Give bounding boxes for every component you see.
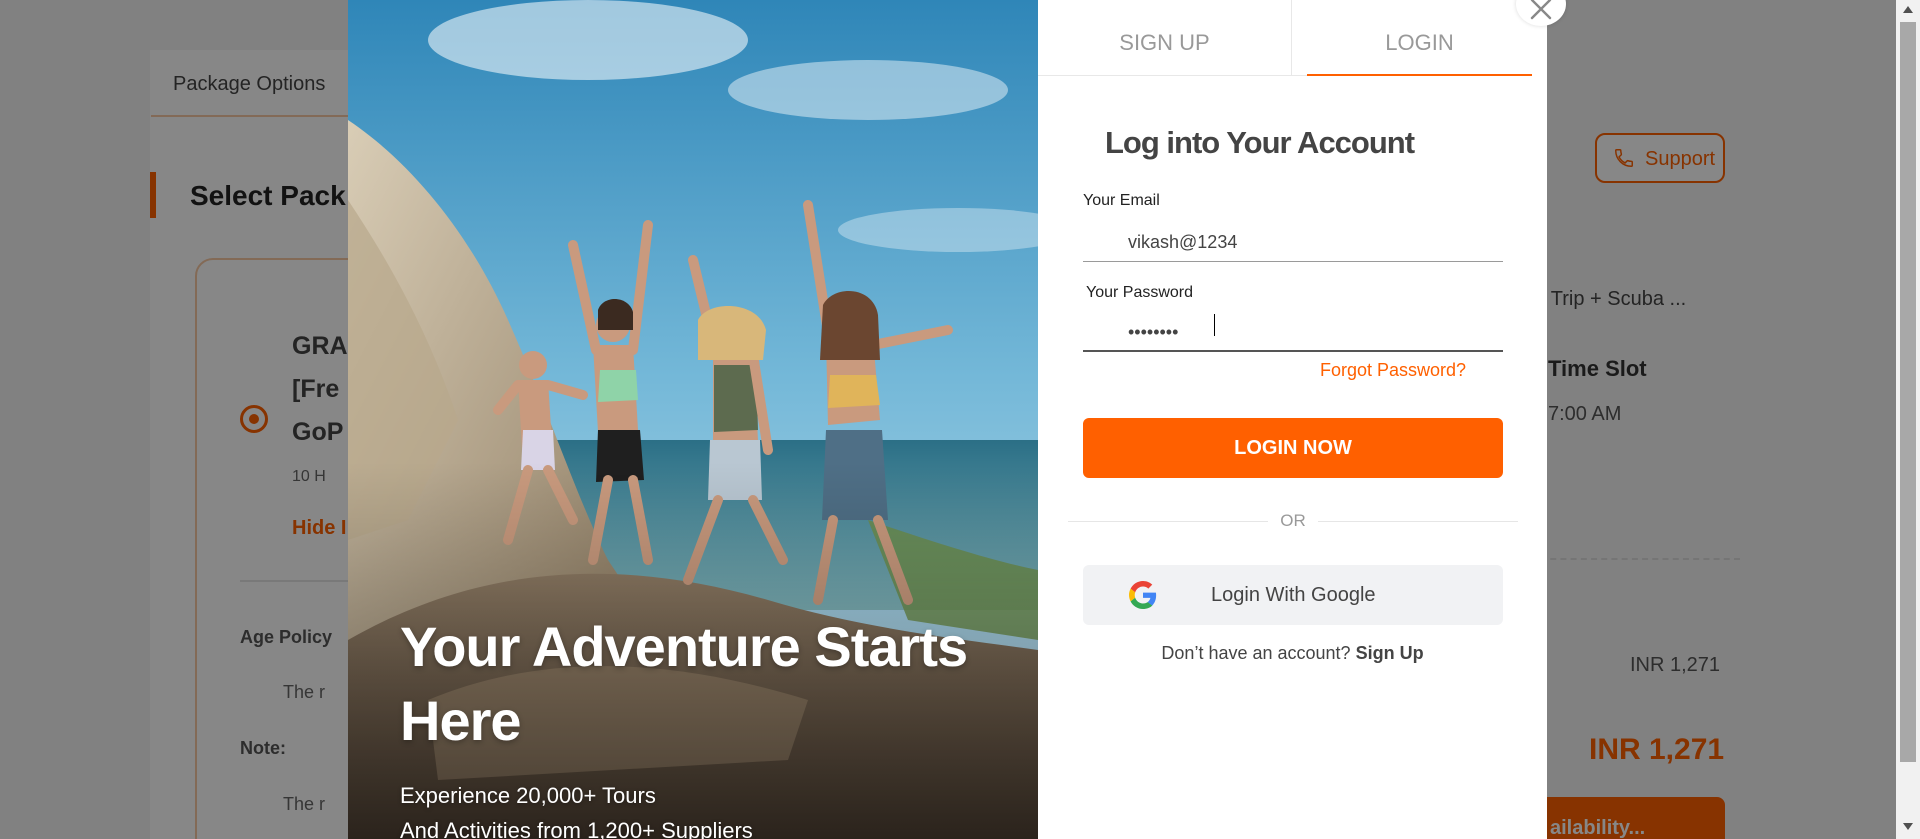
login-panel: SIGN UP LOGIN Log into Your Account Your… — [1038, 0, 1547, 839]
text-caret — [1214, 314, 1215, 336]
auth-tabs: SIGN UP LOGIN — [1038, 0, 1532, 76]
hero-title: Your Adventure Starts Here — [400, 615, 968, 752]
password-label: Your Password — [1086, 284, 1194, 301]
email-field[interactable] — [1083, 224, 1503, 262]
hero-image: Your Adventure Starts Here Experience 20… — [348, 0, 1038, 839]
scrollbar-thumb[interactable] — [1900, 22, 1916, 762]
login-with-google-button[interactable]: Login With Google — [1083, 565, 1503, 625]
hero-subtitle-line: Experience 20,000+ Tours — [400, 783, 656, 808]
sign-up-link[interactable]: Sign Up — [1356, 643, 1424, 663]
signup-prompt: Don’t have an account? Sign Up — [1038, 643, 1547, 664]
google-icon — [1129, 581, 1157, 609]
scroll-down-arrow[interactable] — [1903, 823, 1913, 830]
hero-subtitle-line: And Activities from 1,200+ Suppliers — [400, 818, 753, 839]
email-label: Your Email — [1083, 192, 1160, 209]
hero-subtitle: Experience 20,000+ Tours And Activities … — [400, 778, 753, 839]
login-modal: Your Adventure Starts Here Experience 20… — [348, 0, 1547, 839]
google-button-label: Login With Google — [1211, 584, 1376, 606]
password-field[interactable] — [1083, 314, 1503, 352]
signup-prompt-text: Don’t have an account? — [1161, 643, 1351, 663]
forgot-password-link[interactable]: Forgot Password? — [1320, 360, 1466, 381]
login-now-button[interactable]: LOGIN NOW — [1083, 418, 1503, 478]
tab-sign-up[interactable]: SIGN UP — [1038, 0, 1292, 76]
tab-login[interactable]: LOGIN — [1307, 0, 1532, 76]
or-separator: OR — [1268, 511, 1318, 531]
scroll-up-arrow[interactable] — [1903, 6, 1913, 13]
page-scrollbar[interactable] — [1896, 0, 1920, 839]
page-title: Log into Your Account — [1105, 125, 1415, 160]
close-icon — [1530, 0, 1552, 20]
